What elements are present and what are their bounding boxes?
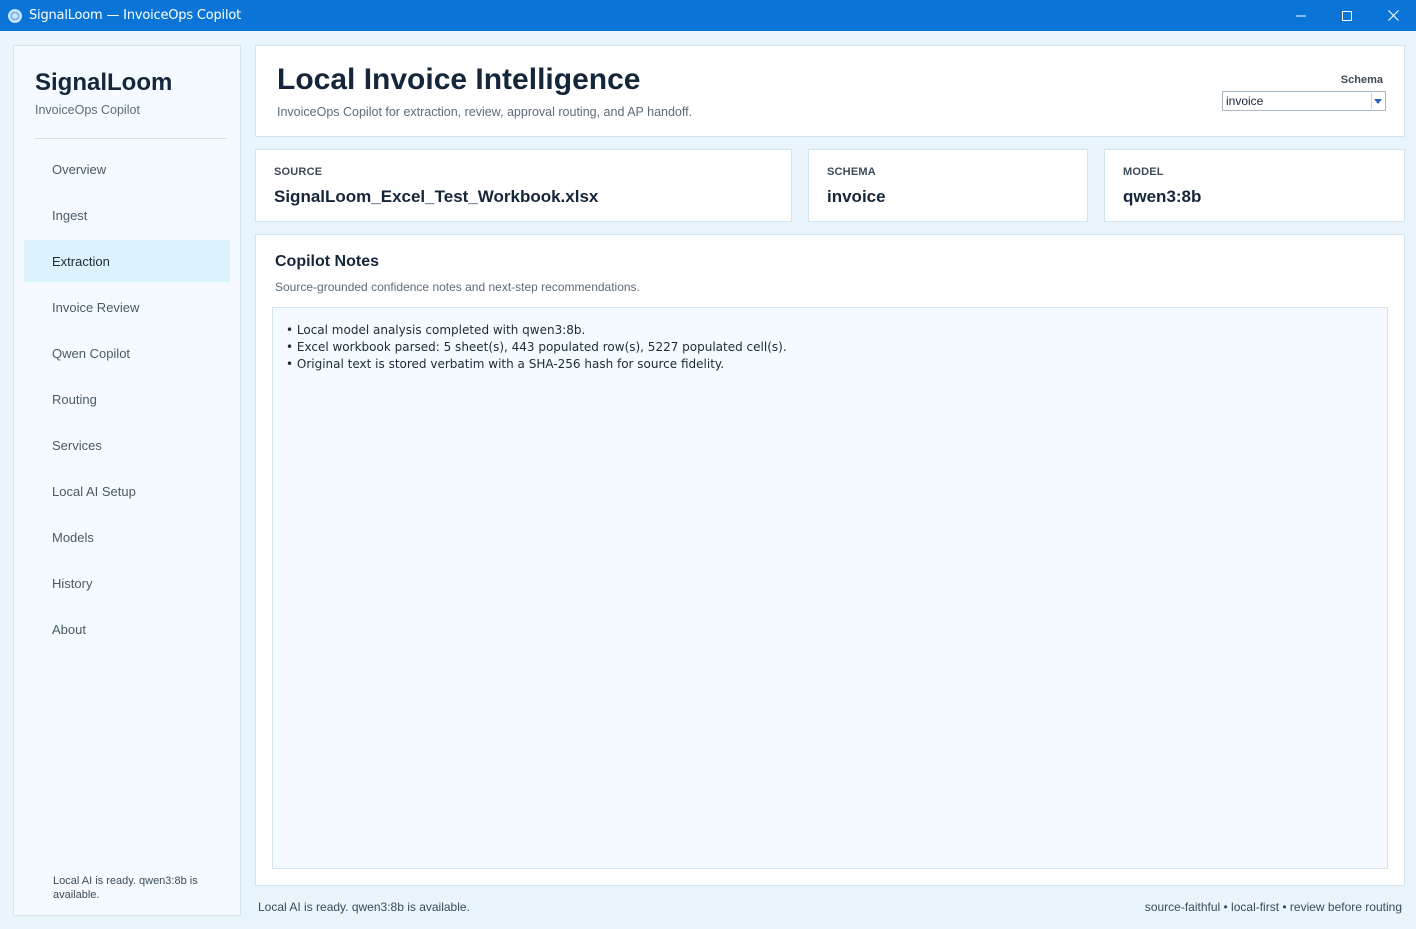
note-line: • Excel workbook parsed: 5 sheet(s), 443… [286,340,787,354]
schema-dropdown-value: invoice [1226,94,1264,108]
close-button[interactable] [1370,0,1416,31]
status-bar-right: source-faithful • local-first • review b… [1144,900,1402,914]
minimize-button[interactable] [1278,0,1324,31]
model-label: MODEL [1123,166,1164,178]
sidebar-item-services[interactable]: Services [24,424,230,466]
notes-title: Copilot Notes [275,253,379,270]
schema-card: SCHEMA invoice [808,149,1088,222]
sidebar-item-routing[interactable]: Routing [24,378,230,420]
maximize-button[interactable] [1324,0,1370,31]
source-value: SignalLoom_Excel_Test_Workbook.xlsx [274,187,599,206]
sidebar-item-models[interactable]: Models [24,516,230,558]
schema-dropdown[interactable]: invoice [1222,91,1386,111]
chevron-down-icon[interactable] [1371,93,1384,109]
sidebar-status-text: Local AI is ready. qwen3:8b is available… [53,875,198,901]
note-line: • Local model analysis completed with qw… [286,323,586,337]
sidebar: SignalLoom InvoiceOps Copilot Overview I… [13,45,241,916]
brand-subtitle: InvoiceOps Copilot [35,103,140,117]
notes-text-area[interactable]: • Local model analysis completed with qw… [272,307,1388,869]
source-card: SOURCE SignalLoom_Excel_Test_Workbook.xl… [255,149,792,222]
notes-subtitle: Source-grounded confidence notes and nex… [275,280,640,294]
schema-label: Schema [1340,74,1383,86]
model-card: MODEL qwen3:8b [1104,149,1405,222]
maximize-icon [1342,10,1352,21]
sidebar-divider [35,138,227,139]
sidebar-item-qwen-copilot[interactable]: Qwen Copilot [24,332,230,374]
title-bar: SignalLoom — InvoiceOps Copilot [0,0,1416,31]
sidebar-item-history[interactable]: History [24,562,230,604]
note-line: • Original text is stored verbatim with … [286,357,725,371]
schema-card-value: invoice [827,187,886,206]
window-controls [1278,0,1416,31]
status-bar-left: Local AI is ready. qwen3:8b is available… [258,900,470,914]
model-value: qwen3:8b [1123,187,1202,206]
sidebar-item-local-ai-setup[interactable]: Local AI Setup [24,470,230,512]
source-label: SOURCE [274,166,323,178]
sidebar-item-extraction[interactable]: Extraction [24,240,230,282]
page-subtitle: InvoiceOps Copilot for extraction, revie… [277,105,693,119]
window-title: SignalLoom — InvoiceOps Copilot [29,8,242,23]
page-header: Local Invoice Intelligence InvoiceOps Co… [255,45,1405,137]
schema-card-label: SCHEMA [827,166,876,178]
brand-title: SignalLoom [35,69,173,96]
sidebar-item-about[interactable]: About [24,608,230,650]
page-title: Local Invoice Intelligence [277,63,641,96]
sidebar-item-invoice-review[interactable]: Invoice Review [24,286,230,328]
sidebar-item-overview[interactable]: Overview [24,148,230,190]
minimize-icon [1296,15,1306,16]
copilot-notes-panel: Copilot Notes Source-grounded confidence… [255,234,1405,886]
signalloom-logo-icon [8,8,22,23]
sidebar-item-ingest[interactable]: Ingest [24,194,230,236]
close-icon [1387,10,1399,21]
sidebar-nav: Overview Ingest Extraction Invoice Revie… [24,148,230,654]
